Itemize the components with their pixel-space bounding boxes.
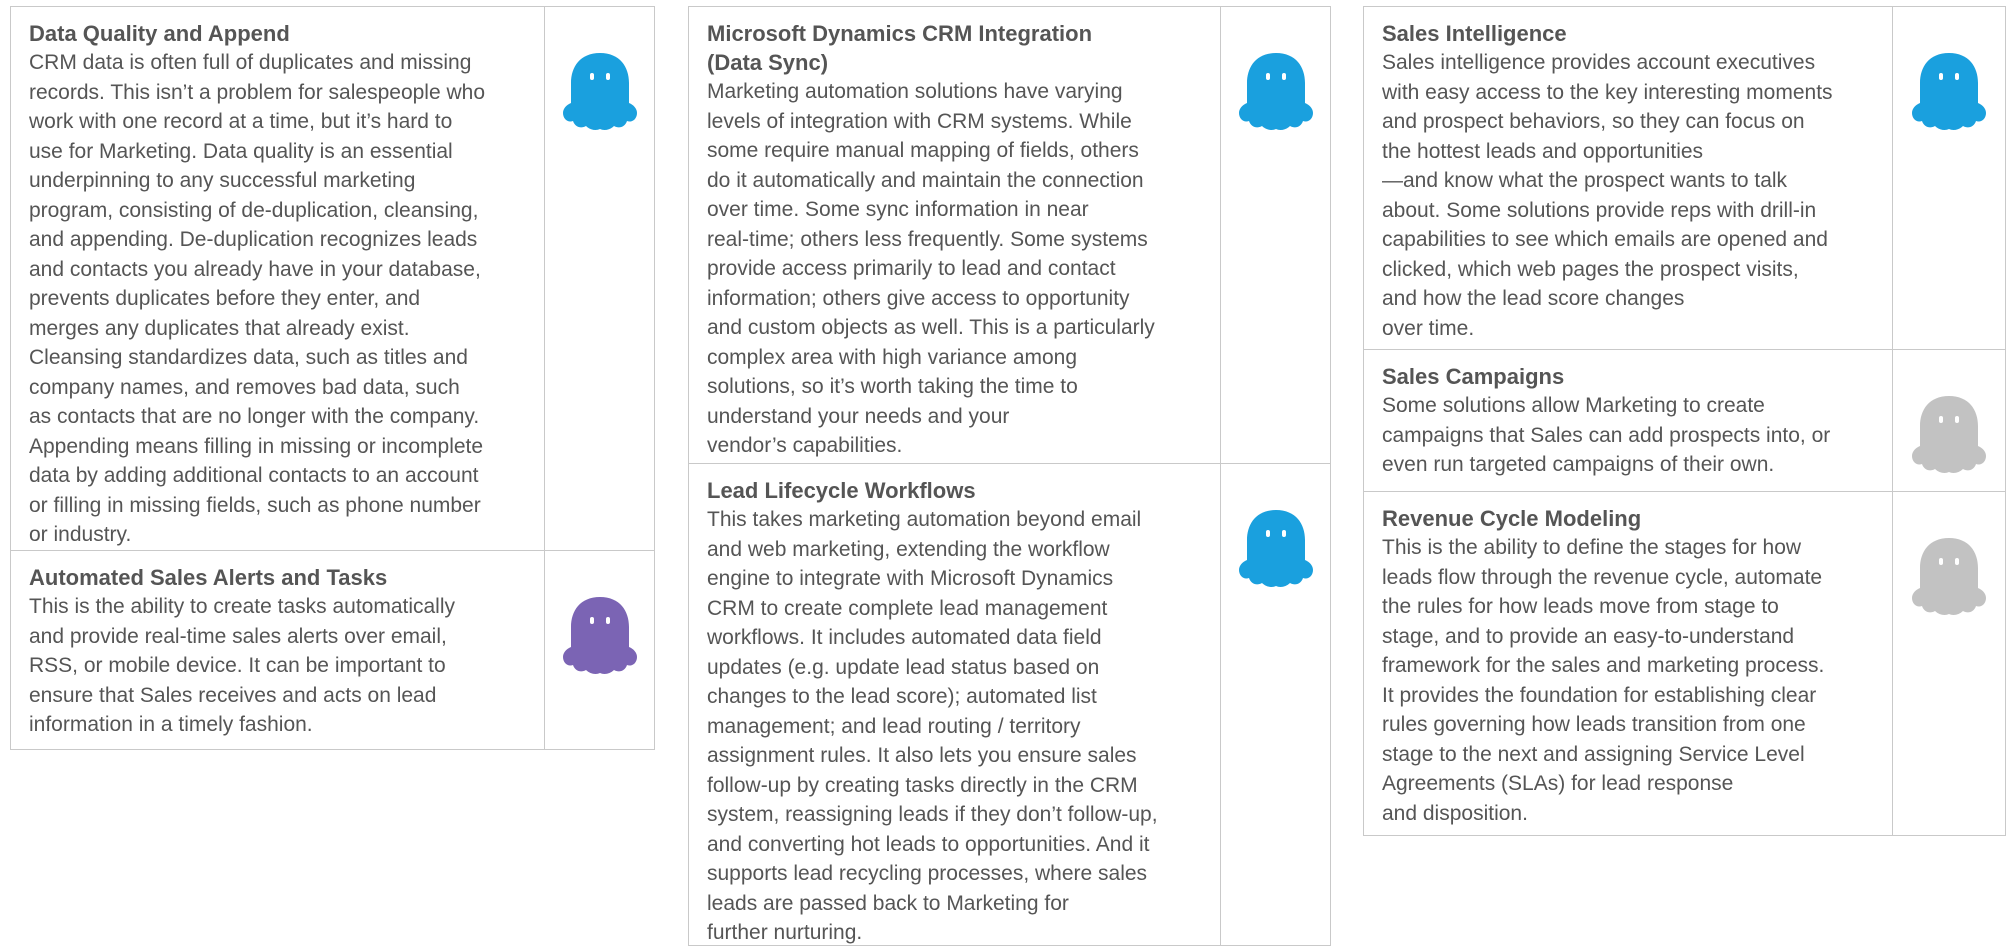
column-3: Sales Intelligence Sales intelligence pr… — [1363, 6, 2006, 836]
purple-ghost-icon — [562, 595, 638, 675]
gray-ghost-icon — [1911, 536, 1987, 616]
card-title: Revenue Cycle Modeling — [1382, 506, 1642, 531]
card-title: Lead Lifecycle Workflows — [707, 478, 976, 503]
card-body: This is the ability to create tasks auto… — [29, 595, 456, 736]
column-1: Data Quality and Append CRM data is ofte… — [10, 6, 655, 750]
card-body: Some solutions allow Marketing to create… — [1382, 394, 1831, 476]
card-sales-alerts: Automated Sales Alerts and Tasks This is… — [10, 551, 655, 750]
card-title: Sales Campaigns — [1382, 364, 1565, 389]
card-sales-campaigns: Sales Campaigns Some solutions allow Mar… — [1363, 350, 2006, 492]
blue-ghost-icon — [1238, 51, 1314, 131]
card-body: This is the ability to define the stages… — [1382, 536, 1825, 825]
blue-ghost-icon — [1238, 508, 1314, 588]
card-data-quality: Data Quality and Append CRM data is ofte… — [10, 6, 655, 551]
gray-ghost-icon — [1911, 394, 1987, 474]
card-body: CRM data is often full of duplicates and… — [29, 51, 486, 546]
card-lead-lifecycle: Lead Lifecycle Workflows This takes mark… — [688, 464, 1331, 946]
card-title: Data Quality and Append — [29, 21, 290, 46]
card-revenue-cycle: Revenue Cycle Modeling This is the abili… — [1363, 492, 2006, 836]
card-title: Microsoft Dynamics CRM Integration (Data… — [707, 21, 1093, 75]
card-crm-integration: Microsoft Dynamics CRM Integration (Data… — [688, 6, 1331, 464]
card-body: Marketing automation solutions have vary… — [707, 80, 1155, 457]
blue-ghost-icon — [1911, 51, 1987, 131]
card-title: Sales Intelligence — [1382, 21, 1567, 46]
card-sales-intelligence: Sales Intelligence Sales intelligence pr… — [1363, 6, 2006, 350]
card-title: Automated Sales Alerts and Tasks — [29, 565, 388, 590]
blue-ghost-icon — [562, 51, 638, 131]
column-2: Microsoft Dynamics CRM Integration (Data… — [688, 6, 1331, 946]
card-body: This takes marketing automation beyond e… — [707, 508, 1158, 944]
card-body: Sales intelligence provides account exec… — [1382, 51, 1833, 340]
